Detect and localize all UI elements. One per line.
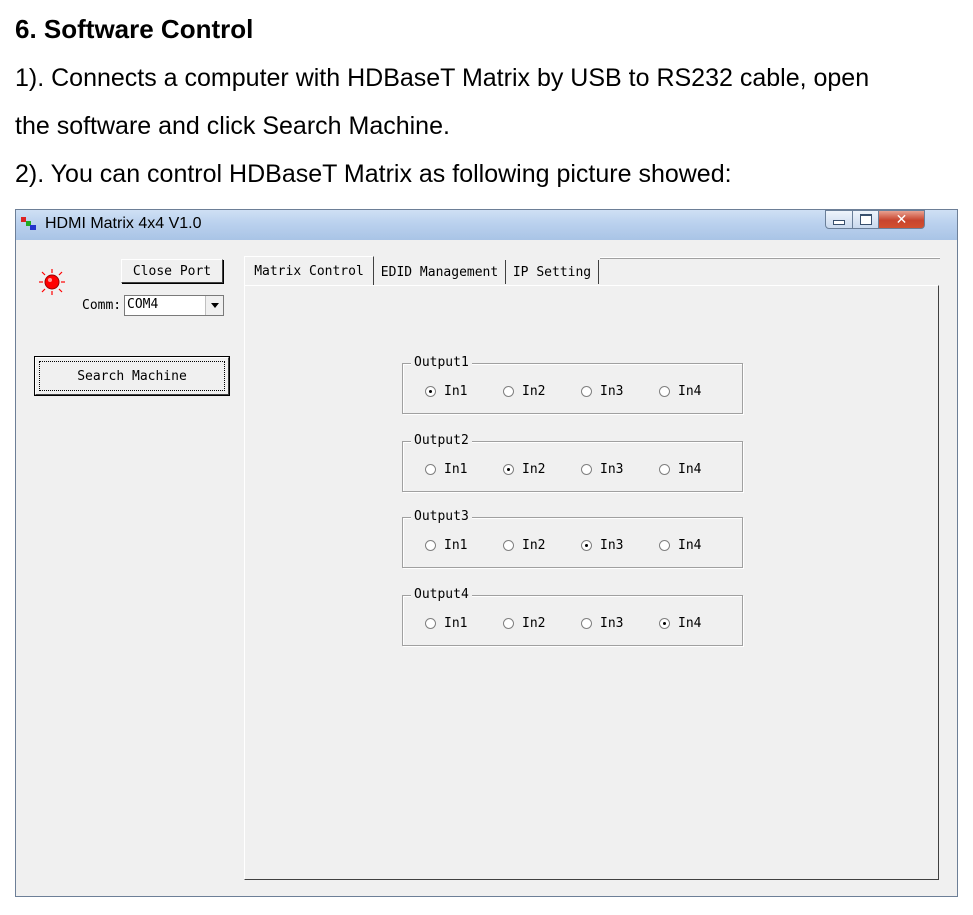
input-radio[interactable]: In3 <box>581 616 623 631</box>
window-title: HDMI Matrix 4x4 V1.0 <box>45 215 202 232</box>
input-radio-label: In1 <box>444 462 468 477</box>
close-icon: ✕ <box>895 211 908 228</box>
tab-ip-setting[interactable]: IP Setting <box>506 260 599 284</box>
radio-circle-icon[interactable] <box>659 618 670 629</box>
tab-matrix-control[interactable]: Matrix Control <box>244 256 374 285</box>
input-radio[interactable]: In1 <box>425 384 467 399</box>
radio-circle-icon[interactable] <box>581 464 592 475</box>
input-radio[interactable]: In1 <box>425 538 467 553</box>
radio-circle-icon[interactable] <box>581 386 592 397</box>
matrix-control-panel: Output1 In1 In2 In3 In4 Output2 In1 In2 In3 In4 Ou… <box>244 285 939 880</box>
paragraph-line: the software and click Search Machine. <box>15 112 450 140</box>
input-radio[interactable]: In3 <box>581 538 623 553</box>
input-radio-label: In4 <box>678 384 702 399</box>
radio-circle-icon[interactable] <box>659 464 670 475</box>
radio-circle-icon[interactable] <box>503 540 514 551</box>
input-radio[interactable]: In4 <box>659 462 701 477</box>
radio-circle-icon[interactable] <box>659 540 670 551</box>
input-radio-label: In2 <box>522 616 546 631</box>
input-radio[interactable]: In4 <box>659 538 701 553</box>
input-radio[interactable]: In2 <box>503 538 545 553</box>
input-radio-label: In3 <box>600 538 624 553</box>
input-radio[interactable]: In1 <box>425 616 467 631</box>
radio-circle-icon[interactable] <box>503 386 514 397</box>
input-radio-label: In1 <box>444 538 468 553</box>
output-group: Output2 In1 In2 In3 In4 <box>402 433 743 492</box>
dropdown-arrow-icon[interactable] <box>205 296 223 315</box>
paragraph-line: 1). Connects a computer with HDBaseT Mat… <box>15 64 870 92</box>
input-radio[interactable]: In2 <box>503 616 545 631</box>
output-group: Output1 In1 In2 In3 In4 <box>402 355 743 414</box>
output-group-label: Output2 <box>411 433 472 448</box>
input-radio-label: In3 <box>600 616 624 631</box>
radio-circle-icon[interactable] <box>425 386 436 397</box>
radio-circle-icon[interactable] <box>659 386 670 397</box>
comm-port-select[interactable]: COM4 <box>124 295 224 316</box>
input-radio-label: In3 <box>600 384 624 399</box>
input-radio-label: In2 <box>522 538 546 553</box>
input-radio-label: In4 <box>678 538 702 553</box>
tab-label: IP Setting <box>512 264 592 280</box>
input-radio[interactable]: In2 <box>503 384 545 399</box>
radio-circle-icon[interactable] <box>425 618 436 629</box>
input-radio[interactable]: In3 <box>581 462 623 477</box>
comm-port-value: COM4 <box>127 297 159 312</box>
input-radio[interactable]: In1 <box>425 462 467 477</box>
close-port-label: Close Port <box>132 263 212 279</box>
input-radio-label: In4 <box>678 462 702 477</box>
output-group-label: Output4 <box>411 587 472 602</box>
title-bar[interactable]: HDMI Matrix 4x4 V1.0 ✕ <box>16 210 957 240</box>
output-group: Output4 In1 In2 In3 In4 <box>402 587 743 646</box>
radio-circle-icon[interactable] <box>425 464 436 475</box>
close-port-button[interactable]: Close Port <box>121 259 223 283</box>
tab-edid-management[interactable]: EDID Management <box>374 260 506 284</box>
app-window: HDMI Matrix 4x4 V1.0 ✕ Close Port Comm: … <box>15 209 958 897</box>
maximize-button[interactable] <box>852 210 879 229</box>
tab-label: EDID Management <box>380 264 499 280</box>
input-radio[interactable]: In4 <box>659 616 701 631</box>
input-radio-label: In1 <box>444 616 468 631</box>
input-radio-label: In1 <box>444 384 468 399</box>
minimize-button[interactable] <box>825 210 853 229</box>
radio-circle-icon[interactable] <box>503 464 514 475</box>
close-button[interactable]: ✕ <box>878 210 925 229</box>
output-group-label: Output1 <box>411 355 472 370</box>
minimize-icon <box>833 220 845 225</box>
input-radio-label: In2 <box>522 462 546 477</box>
maximize-icon <box>859 214 872 225</box>
input-radio-label: In3 <box>600 462 624 477</box>
radio-circle-icon[interactable] <box>581 540 592 551</box>
output-group: Output3 In1 In2 In3 In4 <box>402 509 743 568</box>
input-radio[interactable]: In4 <box>659 384 701 399</box>
radio-circle-icon[interactable] <box>581 618 592 629</box>
input-radio-label: In2 <box>522 384 546 399</box>
app-icon <box>21 217 36 230</box>
input-radio[interactable]: In2 <box>503 462 545 477</box>
radio-circle-icon[interactable] <box>503 618 514 629</box>
input-radio-label: In4 <box>678 616 702 631</box>
tab-label: Matrix Control <box>254 263 364 279</box>
paragraph-line: 2). You can control HDBaseT Matrix as fo… <box>15 160 732 188</box>
comm-label: Comm: <box>82 298 122 313</box>
input-radio[interactable]: In3 <box>581 384 623 399</box>
output-group-label: Output3 <box>411 509 472 524</box>
status-led-icon <box>39 269 65 295</box>
search-machine-button[interactable]: Search Machine <box>34 356 230 396</box>
radio-circle-icon[interactable] <box>425 540 436 551</box>
section-heading: 6. Software Control <box>15 14 254 44</box>
